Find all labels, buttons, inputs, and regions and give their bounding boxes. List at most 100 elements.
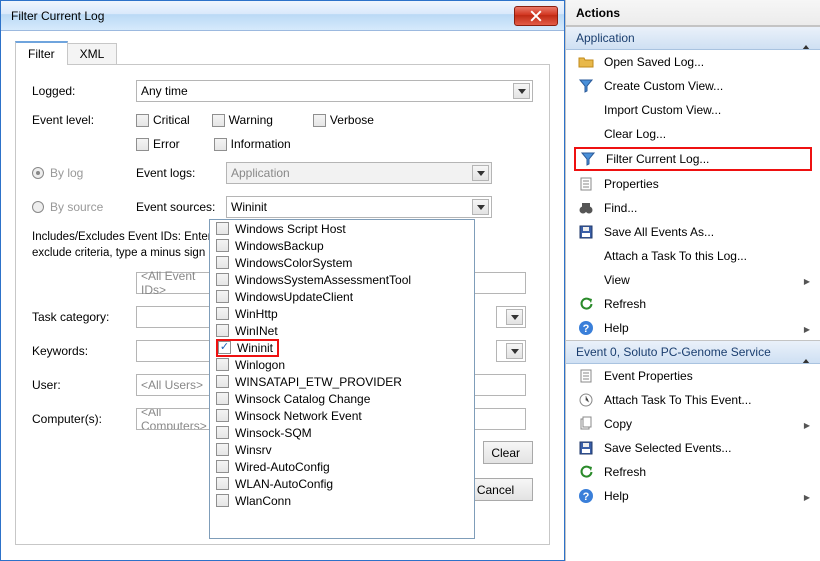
actions-section-application-label: Application	[576, 31, 635, 45]
action-item[interactable]: Find...	[566, 196, 820, 220]
dropdown-arrow-icon	[506, 309, 523, 325]
action-item-label: View	[604, 273, 630, 287]
sheet-icon	[578, 368, 594, 384]
level-verbose[interactable]: Verbose	[313, 113, 374, 127]
checkbox-icon	[216, 256, 229, 269]
level-information[interactable]: Information	[214, 137, 291, 151]
action-item[interactable]: ? Help	[566, 484, 820, 508]
action-item[interactable]: Refresh	[566, 460, 820, 484]
dropdown-item[interactable]: Wired-AutoConfig	[210, 458, 474, 475]
cancel-button-label: Cancel	[477, 483, 514, 497]
dropdown-item[interactable]: WindowsColorSystem	[210, 254, 474, 271]
clear-button[interactable]: Clear	[483, 441, 533, 464]
action-item[interactable]: Open Saved Log...	[566, 50, 820, 74]
dropdown-item[interactable]: WINSATAPI_ETW_PROVIDER	[210, 373, 474, 390]
dropdown-item[interactable]: WinHttp	[210, 305, 474, 322]
action-item-label: Create Custom View...	[604, 79, 723, 93]
keywords-combo-arrow[interactable]	[496, 340, 526, 362]
keywords-label: Keywords:	[32, 344, 136, 358]
action-item[interactable]: Copy	[566, 412, 820, 436]
checkbox-icon	[216, 477, 229, 490]
dropdown-item[interactable]: Winsock-SQM	[210, 424, 474, 441]
action-item-label: Help	[604, 489, 629, 503]
action-item[interactable]: Filter Current Log...	[574, 147, 812, 171]
checkbox-icon	[216, 307, 229, 320]
blank-icon	[578, 102, 594, 118]
user-label: User:	[32, 378, 136, 392]
eventids-input-2[interactable]	[466, 272, 526, 294]
action-item-label: Refresh	[604, 297, 646, 311]
dropdown-arrow-icon	[472, 165, 489, 181]
action-item[interactable]: View	[566, 268, 820, 292]
checkbox-icon	[216, 358, 229, 371]
user-input-2[interactable]	[466, 374, 526, 396]
action-item[interactable]: Clear Log...	[566, 122, 820, 146]
dropdown-item[interactable]: Winsrv	[210, 441, 474, 458]
dropdown-item[interactable]: WindowsSystemAssessmentTool	[210, 271, 474, 288]
taskcategory-combo-arrow[interactable]	[496, 306, 526, 328]
user-value: <All Users>	[141, 378, 203, 392]
collapse-icon	[802, 345, 810, 359]
logged-combo[interactable]: Any time	[136, 80, 533, 102]
dropdown-item[interactable]: Winlogon	[210, 356, 474, 373]
action-item[interactable]: Event Properties	[566, 364, 820, 388]
checkbox-icon	[136, 114, 149, 127]
action-item[interactable]: Attach a Task To this Log...	[566, 244, 820, 268]
checkbox-icon	[216, 460, 229, 473]
help-icon: ?	[578, 488, 594, 504]
close-button[interactable]	[514, 6, 558, 26]
action-item[interactable]: Properties	[566, 172, 820, 196]
action-item[interactable]: Save Selected Events...	[566, 436, 820, 460]
action-item[interactable]: Attach Task To This Event...	[566, 388, 820, 412]
dropdown-item[interactable]: Winsock Network Event	[210, 407, 474, 424]
tab-filter[interactable]: Filter	[15, 41, 68, 64]
dropdown-item-label: WlanConn	[235, 494, 291, 508]
dropdown-arrow-icon	[506, 343, 523, 359]
action-item[interactable]: Create Custom View...	[566, 74, 820, 98]
checkbox-icon	[216, 392, 229, 405]
bylog-radio: By log	[32, 166, 136, 180]
checkbox-icon	[218, 341, 231, 354]
actions-section-application[interactable]: Application	[566, 26, 820, 50]
dialog-body: Filter XML Logged: Any time Event level:…	[1, 31, 564, 560]
dropdown-scroll[interactable]: Windows Script HostWindowsBackupWindowsC…	[210, 220, 474, 538]
dropdown-item[interactable]: Windows Script Host	[210, 220, 474, 237]
eventsources-label: Event sources:	[136, 200, 226, 214]
level-error[interactable]: Error	[136, 137, 180, 151]
collapse-icon	[802, 31, 810, 45]
action-item[interactable]: Import Custom View...	[566, 98, 820, 122]
dropdown-item[interactable]: WlanConn	[210, 492, 474, 509]
tab-xml[interactable]: XML	[67, 43, 118, 64]
dropdown-item[interactable]: WindowsUpdateClient	[210, 288, 474, 305]
dropdown-item-label: Windows Script Host	[235, 222, 346, 236]
eventsources-dropdown[interactable]: Windows Script HostWindowsBackupWindowsC…	[209, 219, 475, 539]
action-item[interactable]: ? Help	[566, 316, 820, 340]
action-item-label: Import Custom View...	[604, 103, 721, 117]
computer-input-2[interactable]	[466, 408, 526, 430]
help-icon: ?	[578, 320, 594, 336]
action-item[interactable]: Save All Events As...	[566, 220, 820, 244]
funnel-icon	[578, 78, 594, 94]
eventsources-combo[interactable]: Wininit	[226, 196, 492, 218]
dropdown-item[interactable]: WLAN-AutoConfig	[210, 475, 474, 492]
dropdown-item-label: Winsock-SQM	[235, 426, 312, 440]
level-critical-label: Critical	[153, 113, 190, 127]
dropdown-item[interactable]: Winsock Catalog Change	[210, 390, 474, 407]
level-critical[interactable]: Critical	[136, 113, 190, 127]
action-item[interactable]: Refresh	[566, 292, 820, 316]
blank-icon	[578, 272, 594, 288]
action-item-label: Help	[604, 321, 629, 335]
checkbox-icon	[216, 324, 229, 337]
action-item-label: Clear Log...	[604, 127, 666, 141]
bysource-label: By source	[50, 200, 103, 214]
checkbox-icon	[216, 443, 229, 456]
actions-section-event[interactable]: Event 0, Soluto PC-Genome Service	[566, 340, 820, 364]
level-warning[interactable]: Warning	[212, 113, 273, 127]
action-item-label: Attach a Task To this Log...	[604, 249, 747, 263]
dropdown-item-label: WindowsUpdateClient	[235, 290, 353, 304]
refresh-icon	[578, 464, 594, 480]
dropdown-item[interactable]: WinINet	[210, 322, 474, 339]
filter-dialog: Filter Current Log Filter XML Logged: An…	[0, 0, 565, 561]
dropdown-item[interactable]: WindowsBackup	[210, 237, 474, 254]
dropdown-item[interactable]: Wininit	[210, 339, 474, 356]
